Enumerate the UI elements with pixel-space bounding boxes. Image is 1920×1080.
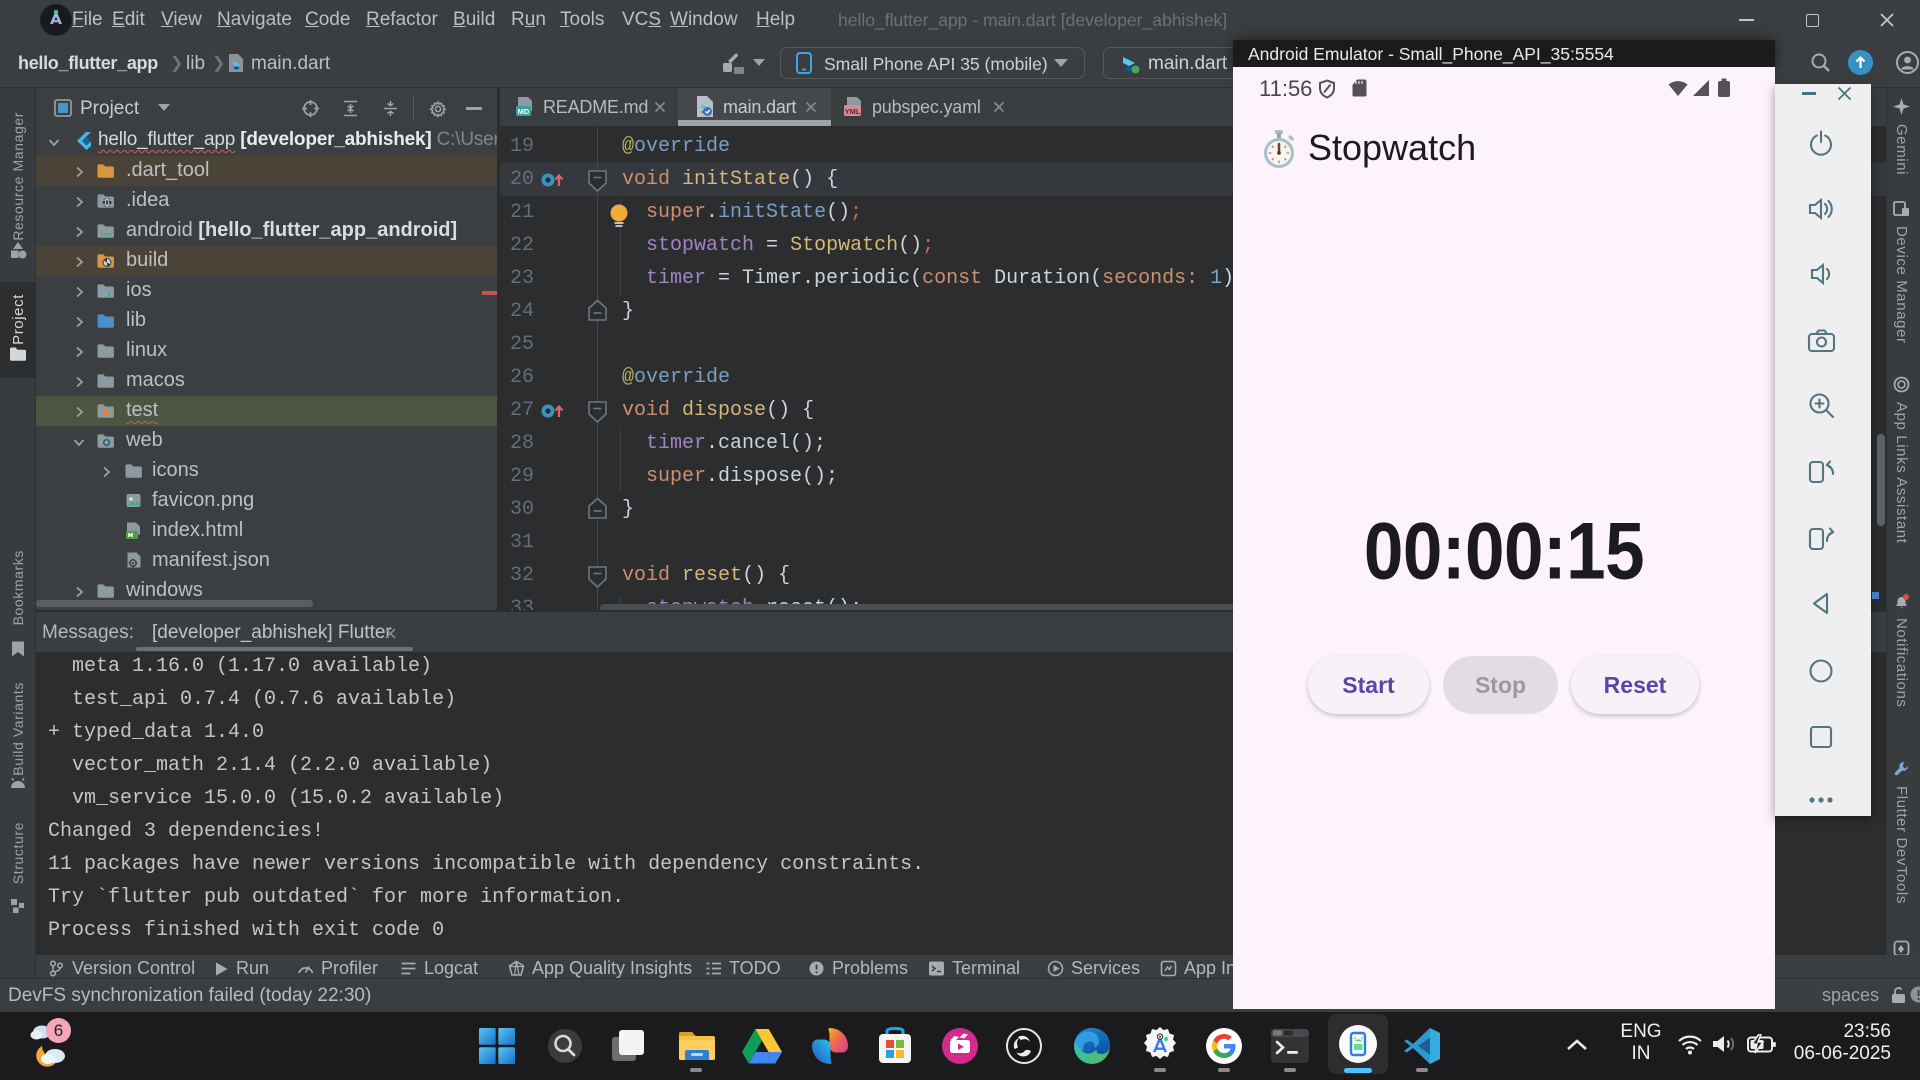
svg-text:MD: MD: [518, 107, 530, 116]
svg-text:YML: YML: [845, 107, 861, 116]
